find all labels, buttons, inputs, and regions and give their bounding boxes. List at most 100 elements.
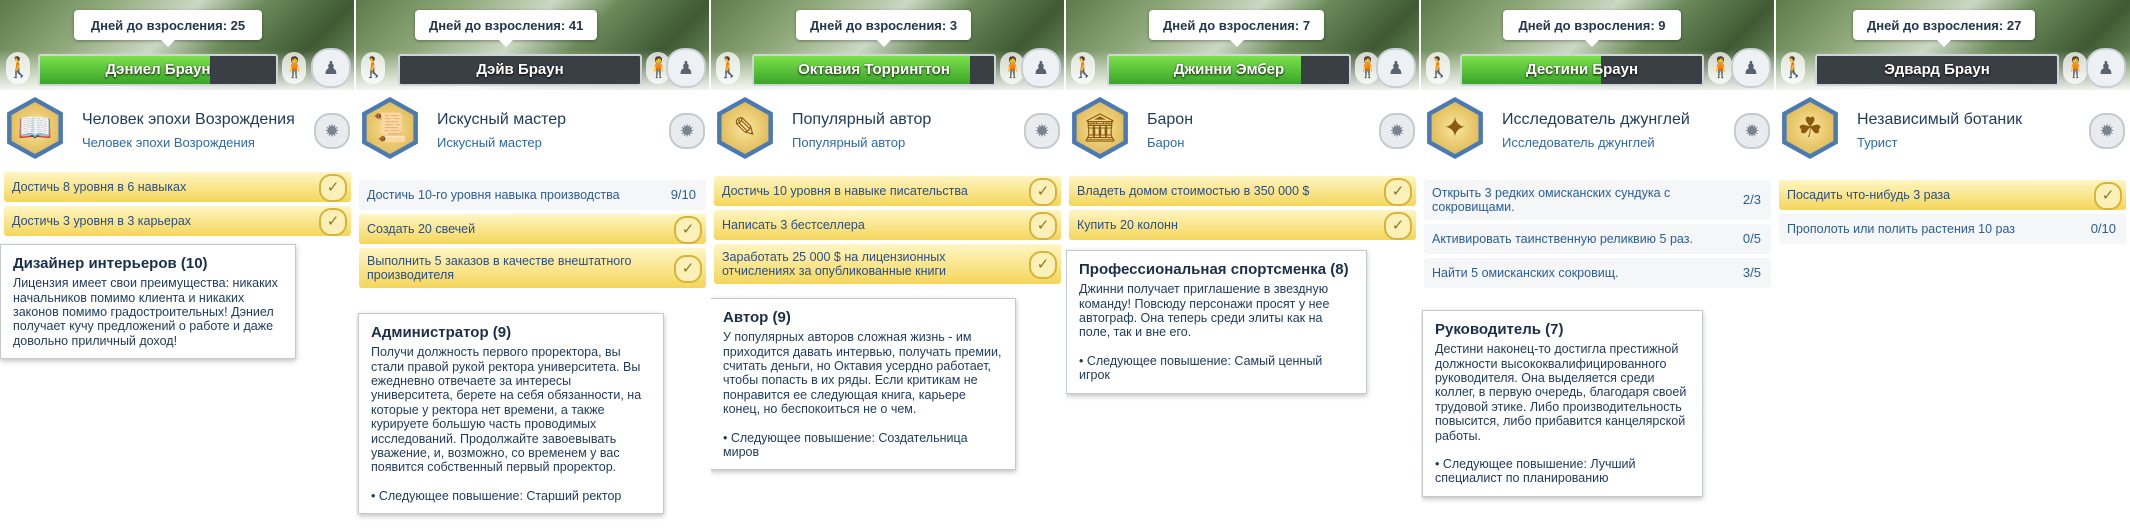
aspiration-hex: 📖 <box>7 97 63 159</box>
milestone-task[interactable]: Купить 20 колонн ✓ <box>1069 210 1416 240</box>
career-description: Лицензия имеет свои преимущества: никаки… <box>13 276 278 348</box>
days-until-age-up-tooltip: Дней до взросления: 3 <box>796 10 972 47</box>
milestone-task[interactable]: Выполнить 5 заказов в качестве внештатно… <box>359 248 706 288</box>
milestone-task[interactable]: Достичь 10 уровня в навыке писательства ✓ <box>714 176 1061 206</box>
sprout-icon: ☘ <box>1786 102 1834 154</box>
milestone-list: Открыть 3 редких омисканских сундука с с… <box>1420 180 1775 292</box>
sim-name-bar[interactable]: Дэйв Браун <box>398 54 642 86</box>
adult-figure-icon: 🧍 <box>282 52 307 84</box>
household-icon[interactable]: ♟ <box>1731 48 1771 88</box>
checkmark-icon: ✓ <box>674 216 702 244</box>
checkmark-icon: ✓ <box>1384 178 1412 206</box>
star-badge-icon[interactable]: ✹ <box>1379 113 1415 149</box>
aspiration-header: ✦ Исследователь джунглей Исследователь джу… <box>1420 95 1775 165</box>
sim-name: Дестини Браун <box>1525 61 1639 78</box>
milestone-label: Найти 5 омисканских сокровищ. <box>1432 266 1619 280</box>
milestone-task[interactable]: Достичь 8 уровня в 6 навыках ✓ <box>4 172 351 202</box>
household-icon[interactable]: ♟ <box>311 48 351 88</box>
star-badge-icon[interactable]: ✹ <box>1734 113 1770 149</box>
milestone-task[interactable]: Прополоть или полить растения 10 раз 0/10 <box>1779 214 2126 244</box>
milestone-task[interactable]: Создать 20 свечей ✓ <box>359 214 706 244</box>
milestone-label: Купить 20 колонн <box>1077 218 1178 232</box>
aspiration-header: 🏛 Барон Барон ✹ <box>1065 95 1420 165</box>
sim-name: Дэйв Браун <box>476 61 564 78</box>
checkmark-icon: ✓ <box>1029 212 1057 240</box>
sim-name-bar[interactable]: Дестини Браун <box>1460 54 1704 86</box>
sim-name: Дэниел Браун <box>105 61 211 78</box>
career-title: Руководитель (7) <box>1435 321 1564 338</box>
checkmark-icon: ✓ <box>1384 212 1412 240</box>
notebook-pen-icon: ✎ <box>721 102 769 154</box>
checkmark-icon: ✓ <box>2094 182 2122 210</box>
milestone-label: Открыть 3 редких омисканских сундука с с… <box>1432 186 1671 214</box>
aspiration-title: Независимый ботаник <box>1857 111 2023 128</box>
sim-name-bar[interactable]: Октавия Торрингтон <box>752 54 996 86</box>
milestone-task[interactable]: Открыть 3 редких омисканских сундука с с… <box>1424 180 1771 220</box>
checkmark-icon: ✓ <box>1029 178 1057 206</box>
milestone-progress: 3/5 <box>1742 265 1761 280</box>
career-description: У популярных авторов сложная жизнь - им … <box>723 330 1002 417</box>
sim-need-row: 🚶 Дестини Браун 🧍 ♟ <box>1420 48 1775 88</box>
checkmark-icon: ✓ <box>1029 251 1057 279</box>
household-icon[interactable]: ♟ <box>1376 48 1416 88</box>
milestone-progress: 0/5 <box>1742 231 1761 246</box>
milestone-task[interactable]: Достичь 10-го уровня навыка производства… <box>359 180 706 210</box>
household-icon[interactable]: ♟ <box>1021 48 1061 88</box>
milestone-task[interactable]: Владеть домом стоимостью в 350 000 $ ✓ <box>1069 176 1416 206</box>
star-badge-icon[interactable]: ✹ <box>314 113 350 149</box>
milestone-list: Владеть домом стоимостью в 350 000 $ ✓ Куп… <box>1065 176 1420 244</box>
sim-panel: Дней до взросления: 3 🚶 Октавия Торрингтон… <box>710 0 1065 532</box>
household-icon[interactable]: ♟ <box>666 48 706 88</box>
milestone-task[interactable]: Активировать таинственную реликвию 5 раз… <box>1424 224 1771 254</box>
milestone-task[interactable]: Найти 5 омисканских сокровищ. 3/5 <box>1424 258 1771 288</box>
career-title: Дизайнер интерьеров (10) <box>13 255 208 272</box>
aspiration-header: 📖 Человек эпохи Возрождения Человек эпохи … <box>0 95 355 165</box>
milestone-label: Написать 3 бестселлера <box>722 218 865 232</box>
sim-need-row: 🚶 Дэниел Браун 🧍 ♟ <box>0 48 355 88</box>
career-title: Профессиональная спортсменка (8) <box>1079 261 1349 278</box>
milestone-label: Выполнить 5 заказов в качестве внештатно… <box>367 254 632 282</box>
sim-name-bar[interactable]: Джинни Эмбер <box>1107 54 1351 86</box>
sim-need-row: 🚶 Эдвард Браун 🧍 ♟ <box>1775 48 2130 88</box>
child-figure-icon: 🚶 <box>1426 52 1451 84</box>
aspiration-header: ☘ Независимый ботаник Турист ✹ <box>1775 95 2130 165</box>
milestone-label: Достичь 10 уровня в навыке писательства <box>722 184 968 198</box>
milestone-task[interactable]: Посадить что-нибудь 3 раза ✓ <box>1779 180 2126 210</box>
milestone-task[interactable]: Заработать 25 000 $ на лицензионных отчи… <box>714 244 1061 284</box>
sim-name: Октавия Торрингтон <box>798 61 950 78</box>
days-until-age-up-tooltip: Дней до взросления: 7 <box>1149 10 1325 47</box>
aspiration-header: ✎ Популярный автор Популярный автор ✹ <box>710 95 1065 165</box>
career-tooltip-card: Автор (9) У популярных авторов сложная жи… <box>710 298 1016 471</box>
aspiration-subtitle: Барон <box>1147 135 1185 150</box>
aspiration-subtitle: Популярный автор <box>792 135 906 150</box>
next-promotion: • Следующее повышение: Лучший специалист… <box>1435 456 1636 486</box>
sim-name: Эдвард Браун <box>1884 61 1990 78</box>
aspiration-subtitle: Человек эпохи Возрождения <box>82 135 255 150</box>
sim-panel: Дней до взросления: 27 🚶 Эдвард Браун 🧍 ♟ ☘ Не… <box>1775 0 2130 532</box>
sim-panel: Дней до взросления: 7 🚶 Джинни Эмбер 🧍 ♟ 🏛 Бар… <box>1065 0 1420 532</box>
milestone-task[interactable]: Достичь 3 уровня в 3 карьерах ✓ <box>4 206 351 236</box>
star-badge-icon[interactable]: ✹ <box>2089 113 2125 149</box>
career-title: Администратор (9) <box>371 324 512 341</box>
sim-panel: Дней до взросления: 41 🚶 Дэйв Браун 🧍 ♟ 📜 Иску… <box>355 0 710 532</box>
milestone-label: Владеть домом стоимостью в 350 000 $ <box>1077 184 1310 198</box>
milestone-progress: 0/10 <box>2090 221 2116 236</box>
career-description: Получи должность первого проректора, вы … <box>371 345 642 475</box>
aspiration-subtitle: Турист <box>1857 135 1898 150</box>
milestone-task[interactable]: Написать 3 бестселлера ✓ <box>714 210 1061 240</box>
milestone-label: Заработать 25 000 $ на лицензионных отчи… <box>722 250 947 278</box>
sim-name-bar[interactable]: Эдвард Браун <box>1815 54 2059 86</box>
household-icon[interactable]: ♟ <box>2086 48 2126 88</box>
career-description: Дестини наконец-то достигла престижной д… <box>1435 342 1687 443</box>
milestone-label: Активировать таинственную реликвию 5 раз… <box>1432 232 1693 246</box>
aspiration-hex: 📜 <box>362 97 418 159</box>
child-figure-icon: 🚶 <box>361 52 386 84</box>
career-tooltip-card: Администратор (9) Получи должность первог… <box>358 313 664 514</box>
aspiration-hex: ✎ <box>717 97 773 159</box>
career-tooltip-card: Профессиональная спортсменка (8) Джинни п… <box>1066 250 1367 394</box>
aspiration-subtitle: Исследователь джунглей <box>1502 135 1655 150</box>
sim-name-bar[interactable]: Дэниел Браун <box>38 54 278 86</box>
star-badge-icon[interactable]: ✹ <box>669 113 705 149</box>
adult-figure-icon: 🧍 <box>2063 52 2088 84</box>
star-badge-icon[interactable]: ✹ <box>1024 113 1060 149</box>
